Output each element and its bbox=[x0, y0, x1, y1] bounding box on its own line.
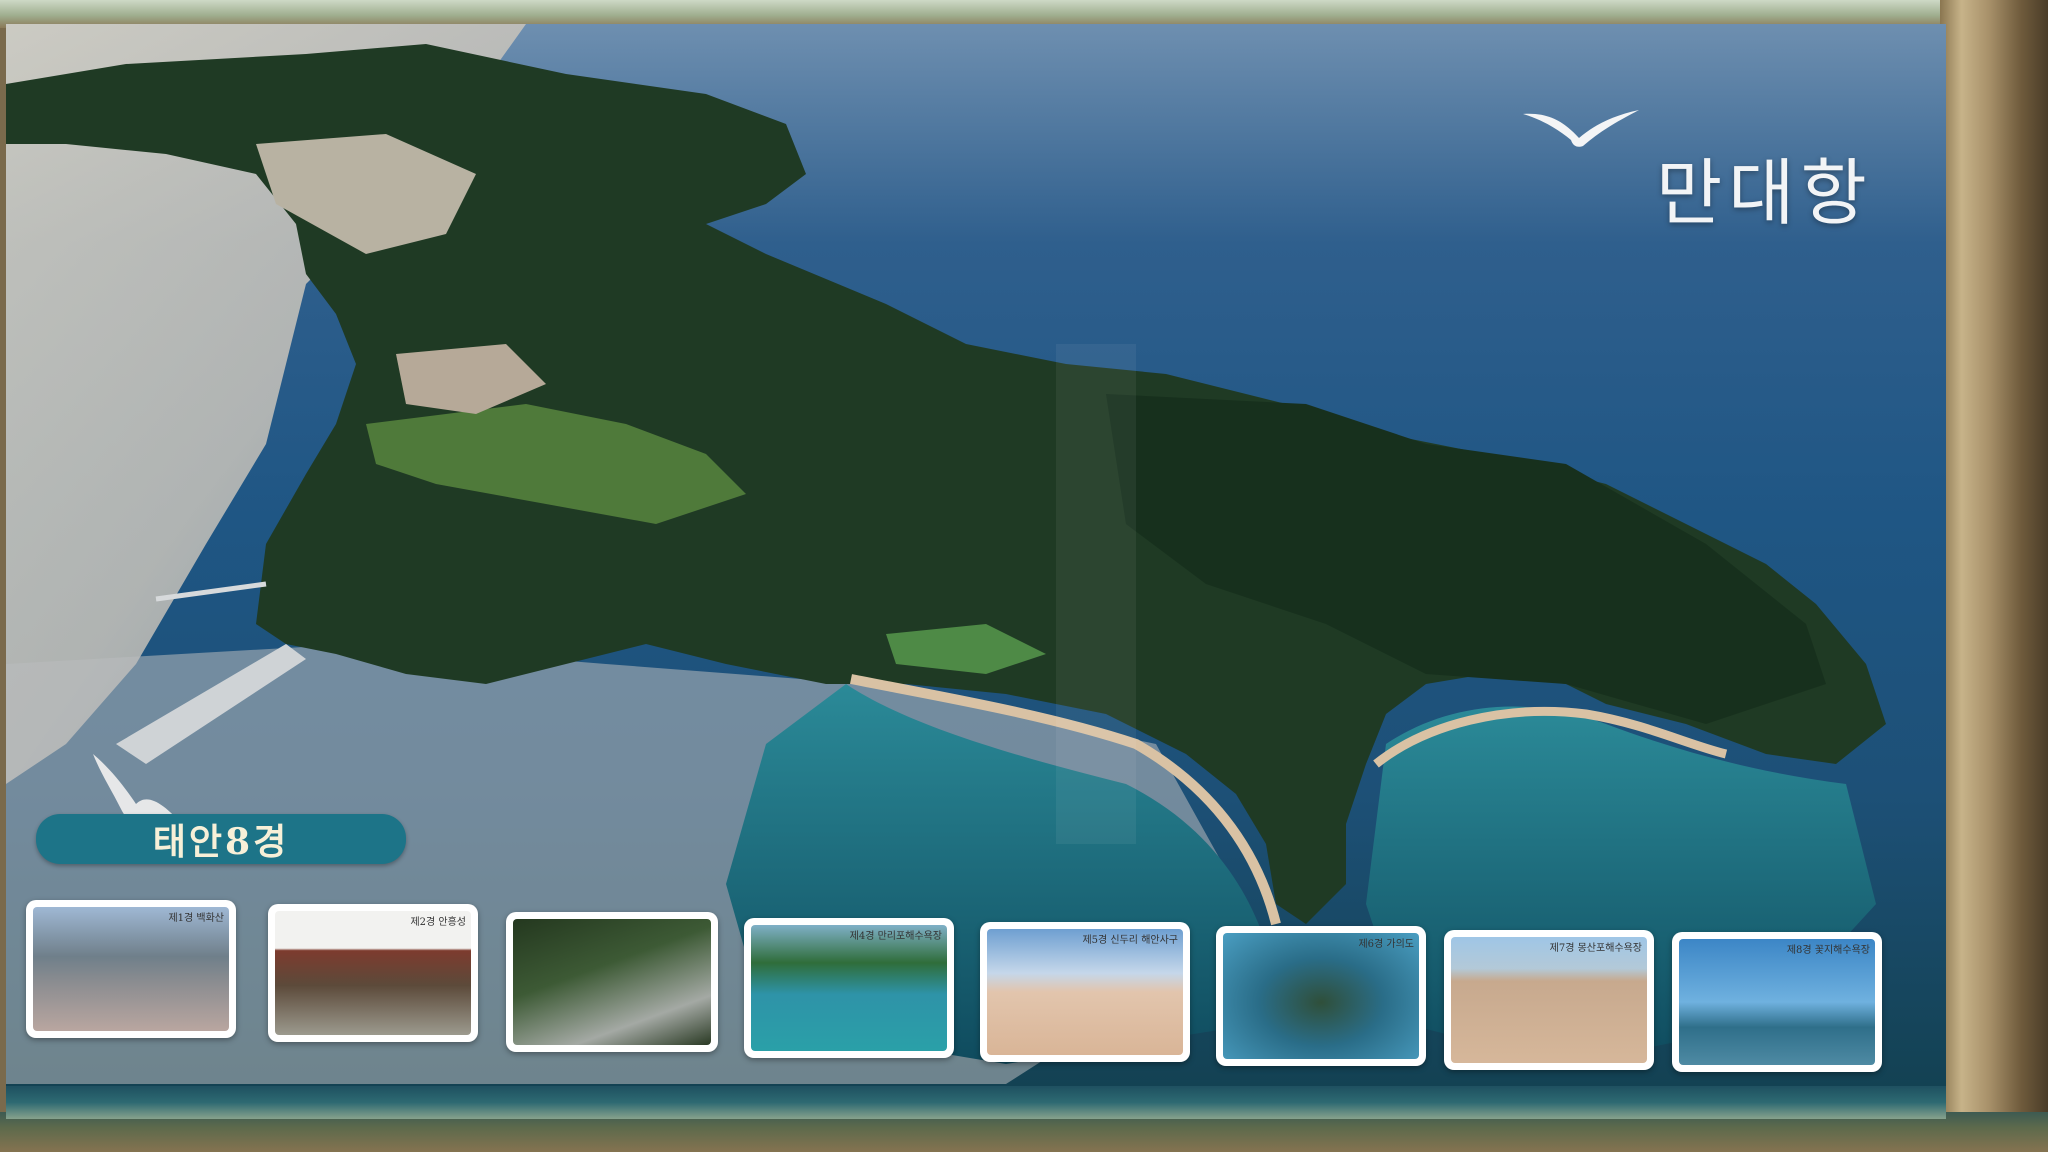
thumb-caption: 제4경 만리포해수욕장 bbox=[849, 931, 942, 942]
thumb-photo bbox=[1679, 939, 1875, 1065]
poster-board: 만대항 태안8경 제1경 백화산 제2경 안흥성 제4경 만리포해수욕장 제5경… bbox=[6, 24, 1946, 1119]
thumb-caption: 제1경 백화산 bbox=[168, 913, 224, 924]
page-title: 만대항 bbox=[1656, 151, 1873, 235]
thumb-photo bbox=[1451, 937, 1647, 1063]
thumbnail-7: 제7경 몽산포해수욕장 bbox=[1444, 930, 1654, 1070]
poster-bottom-strip bbox=[6, 1086, 1946, 1119]
seagull-icon bbox=[1523, 110, 1639, 147]
wooden-frame bbox=[1940, 0, 2048, 1152]
thumb-photo bbox=[751, 925, 947, 1051]
thumb-photo bbox=[275, 911, 471, 1035]
thumb-caption: 제2경 안흥성 bbox=[410, 917, 466, 928]
thumbnail-4: 제4경 만리포해수욕장 bbox=[744, 918, 954, 1058]
thumbnail-5: 제5경 신두리 해안사구 bbox=[980, 922, 1190, 1062]
thumb-caption: 제7경 몽산포해수욕장 bbox=[1549, 943, 1642, 954]
thumb-caption: 제5경 신두리 해안사구 bbox=[1082, 935, 1178, 946]
glass-reflection bbox=[1056, 344, 1136, 844]
thumb-photo bbox=[513, 919, 711, 1045]
thumb-photo bbox=[987, 929, 1183, 1055]
thumbnail-8: 제8경 꽃지해수욕장 bbox=[1672, 932, 1882, 1072]
thumbnail-6: 제6경 가의도 bbox=[1216, 926, 1426, 1066]
thumb-photo bbox=[33, 907, 229, 1031]
thumbnail-1: 제1경 백화산 bbox=[26, 900, 236, 1038]
thumb-caption: 제6경 가의도 bbox=[1358, 939, 1414, 950]
thumb-caption: 제8경 꽃지해수욕장 bbox=[1786, 945, 1870, 956]
thumbnail-2: 제2경 안흥성 bbox=[268, 904, 478, 1042]
taean-8-badge: 태안8경 bbox=[36, 814, 406, 864]
thumb-photo bbox=[1223, 933, 1419, 1059]
thumbnail-3 bbox=[506, 912, 718, 1052]
